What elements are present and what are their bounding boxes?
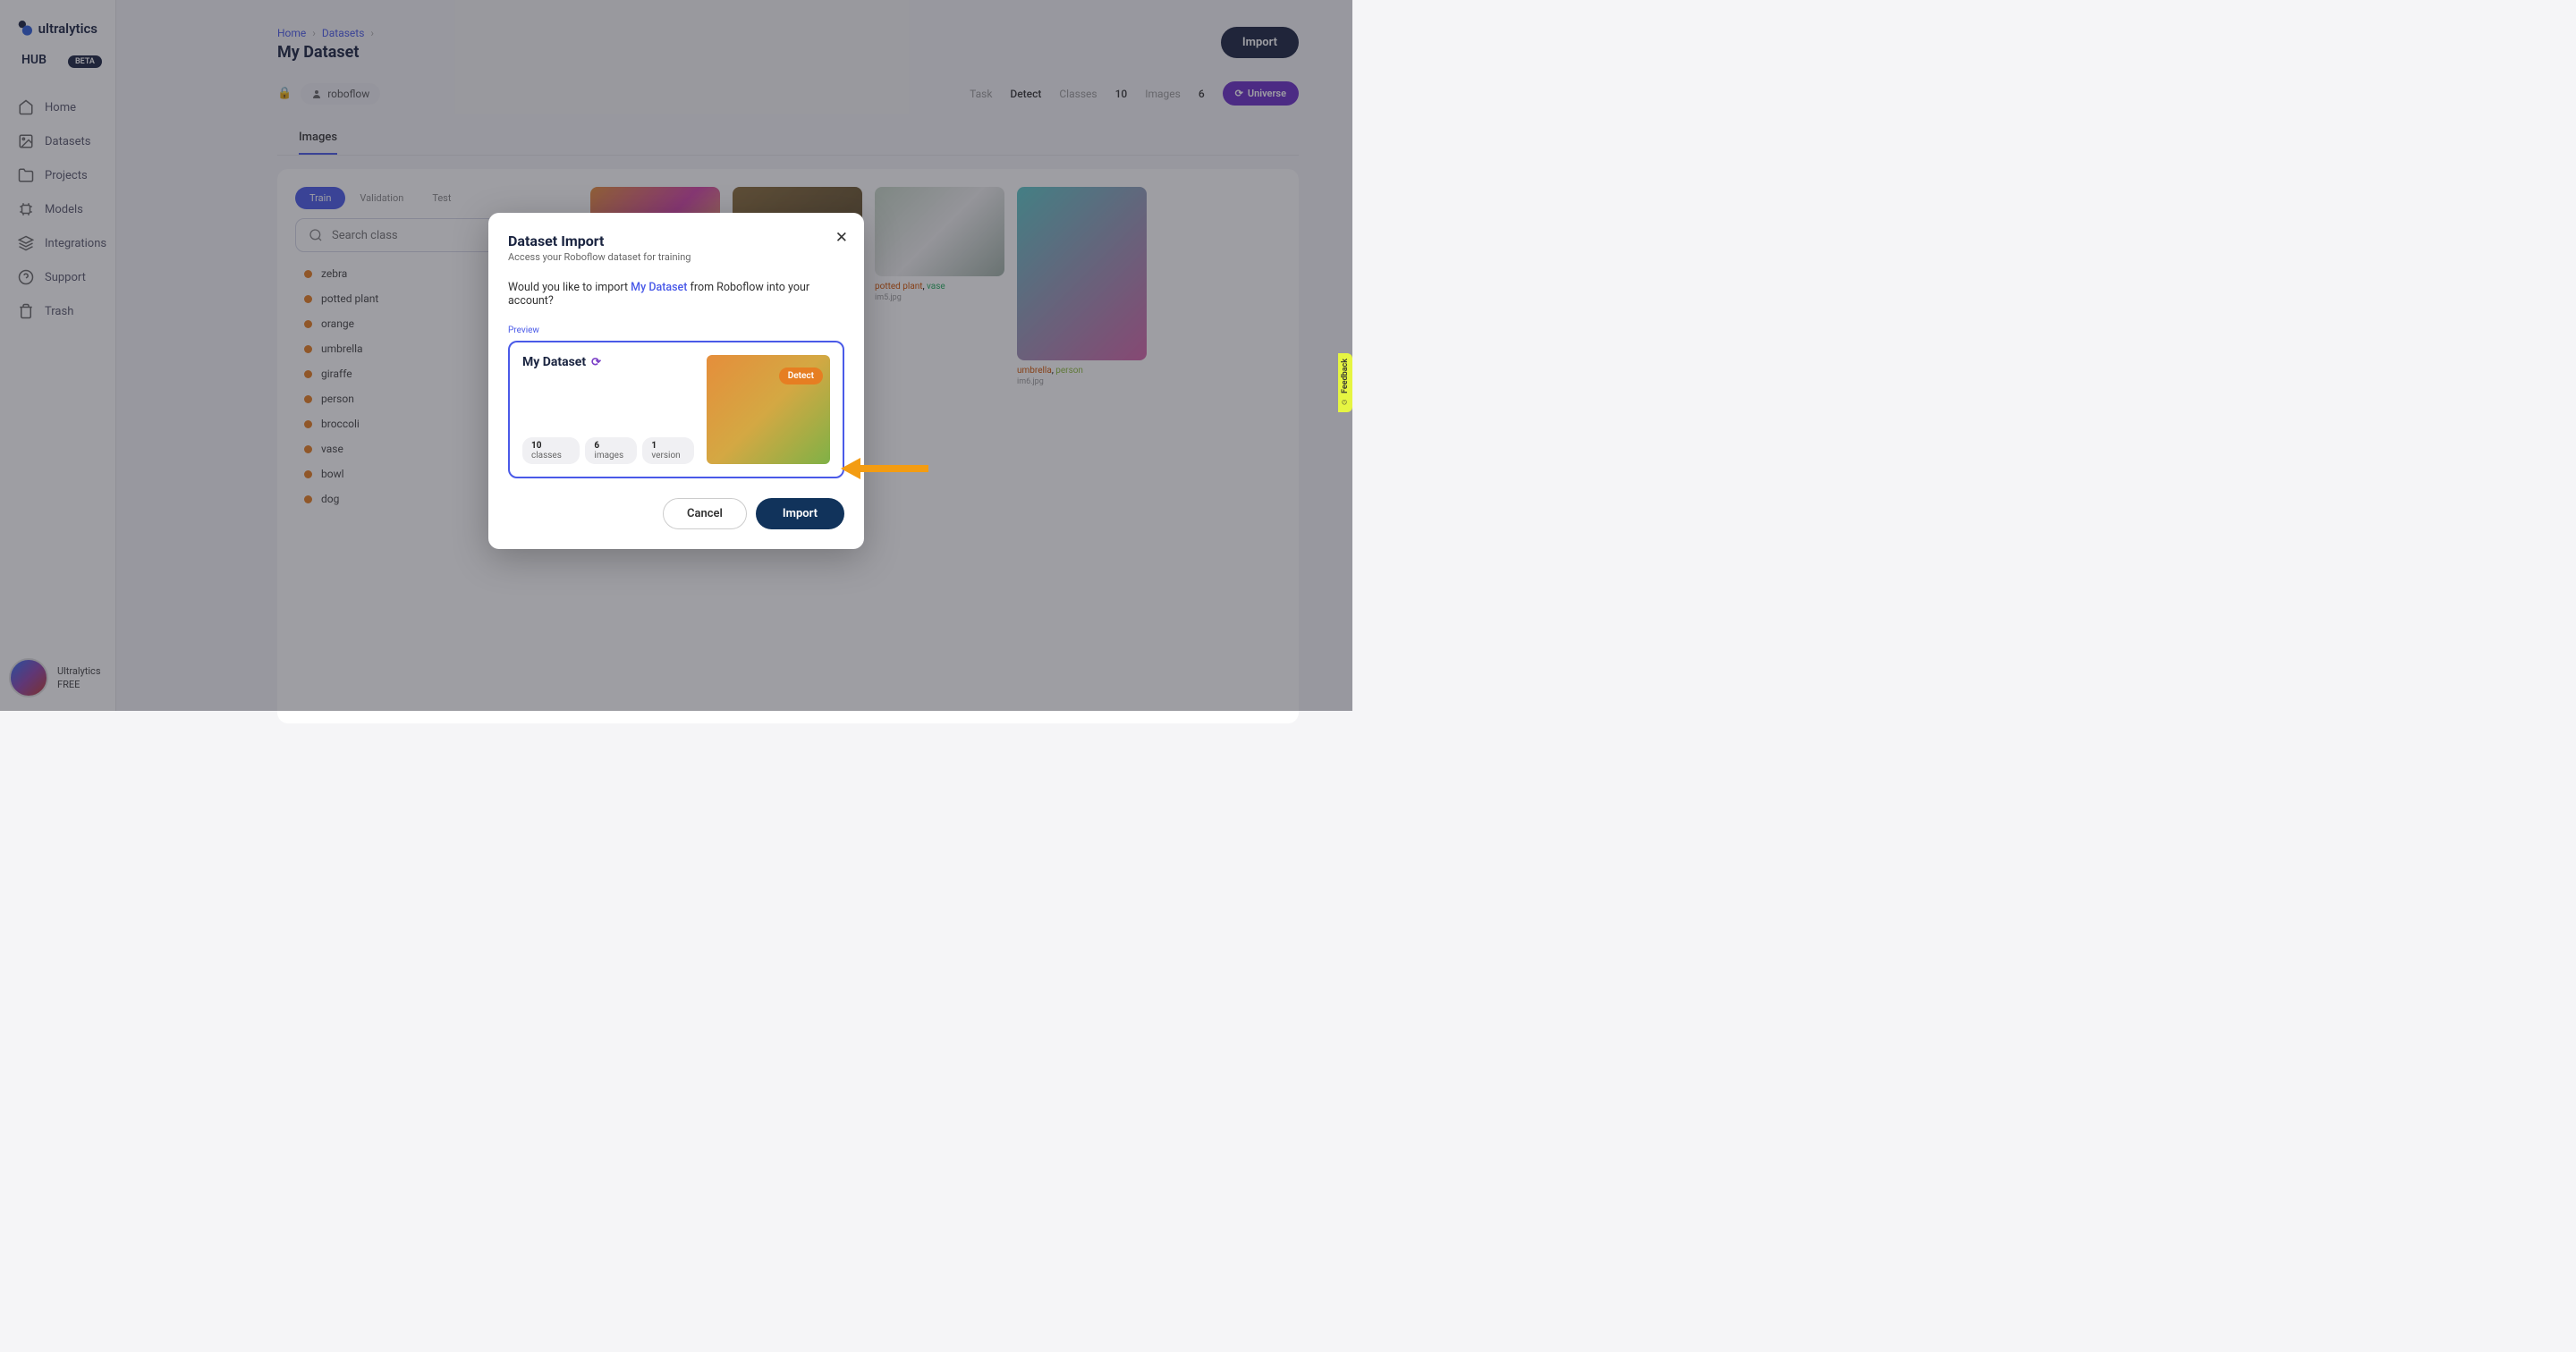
detect-badge: Detect (779, 368, 823, 384)
stat-classes: 10 classes (522, 437, 580, 464)
body-prefix: Would you like to import (508, 281, 631, 294)
stat-versions: 1 version (642, 437, 694, 464)
feedback-tab[interactable]: ☺ Feedback (1338, 353, 1352, 412)
modal-body: Would you like to import My Dataset from… (508, 281, 844, 308)
preview-label: Preview (508, 325, 844, 335)
preview-stats: 10 classes 6 images 1 version (522, 437, 694, 464)
roboflow-icon: ⟳ (591, 356, 604, 368)
preview-image: Detect (707, 355, 830, 464)
modal-actions: Cancel Import (508, 498, 844, 529)
annotation-arrow (841, 461, 930, 476)
preview-card: My Dataset ⟳ 10 classes 6 images 1 versi… (508, 341, 844, 478)
close-button[interactable]: ✕ (835, 229, 848, 247)
feedback-label: Feedback (1341, 359, 1350, 393)
stat-images: 6 images (585, 437, 637, 464)
feedback-icon: ☺ (1341, 398, 1350, 407)
body-dataset-name: My Dataset (631, 281, 687, 294)
import-modal: ✕ Dataset Import Access your Roboflow da… (488, 213, 864, 549)
preview-name-text: My Dataset (522, 355, 586, 369)
modal-title: Dataset Import (508, 232, 844, 249)
cancel-button[interactable]: Cancel (663, 498, 747, 529)
confirm-import-button[interactable]: Import (756, 498, 844, 529)
preview-name: My Dataset ⟳ (522, 355, 694, 369)
modal-subtitle: Access your Roboflow dataset for trainin… (508, 251, 844, 263)
